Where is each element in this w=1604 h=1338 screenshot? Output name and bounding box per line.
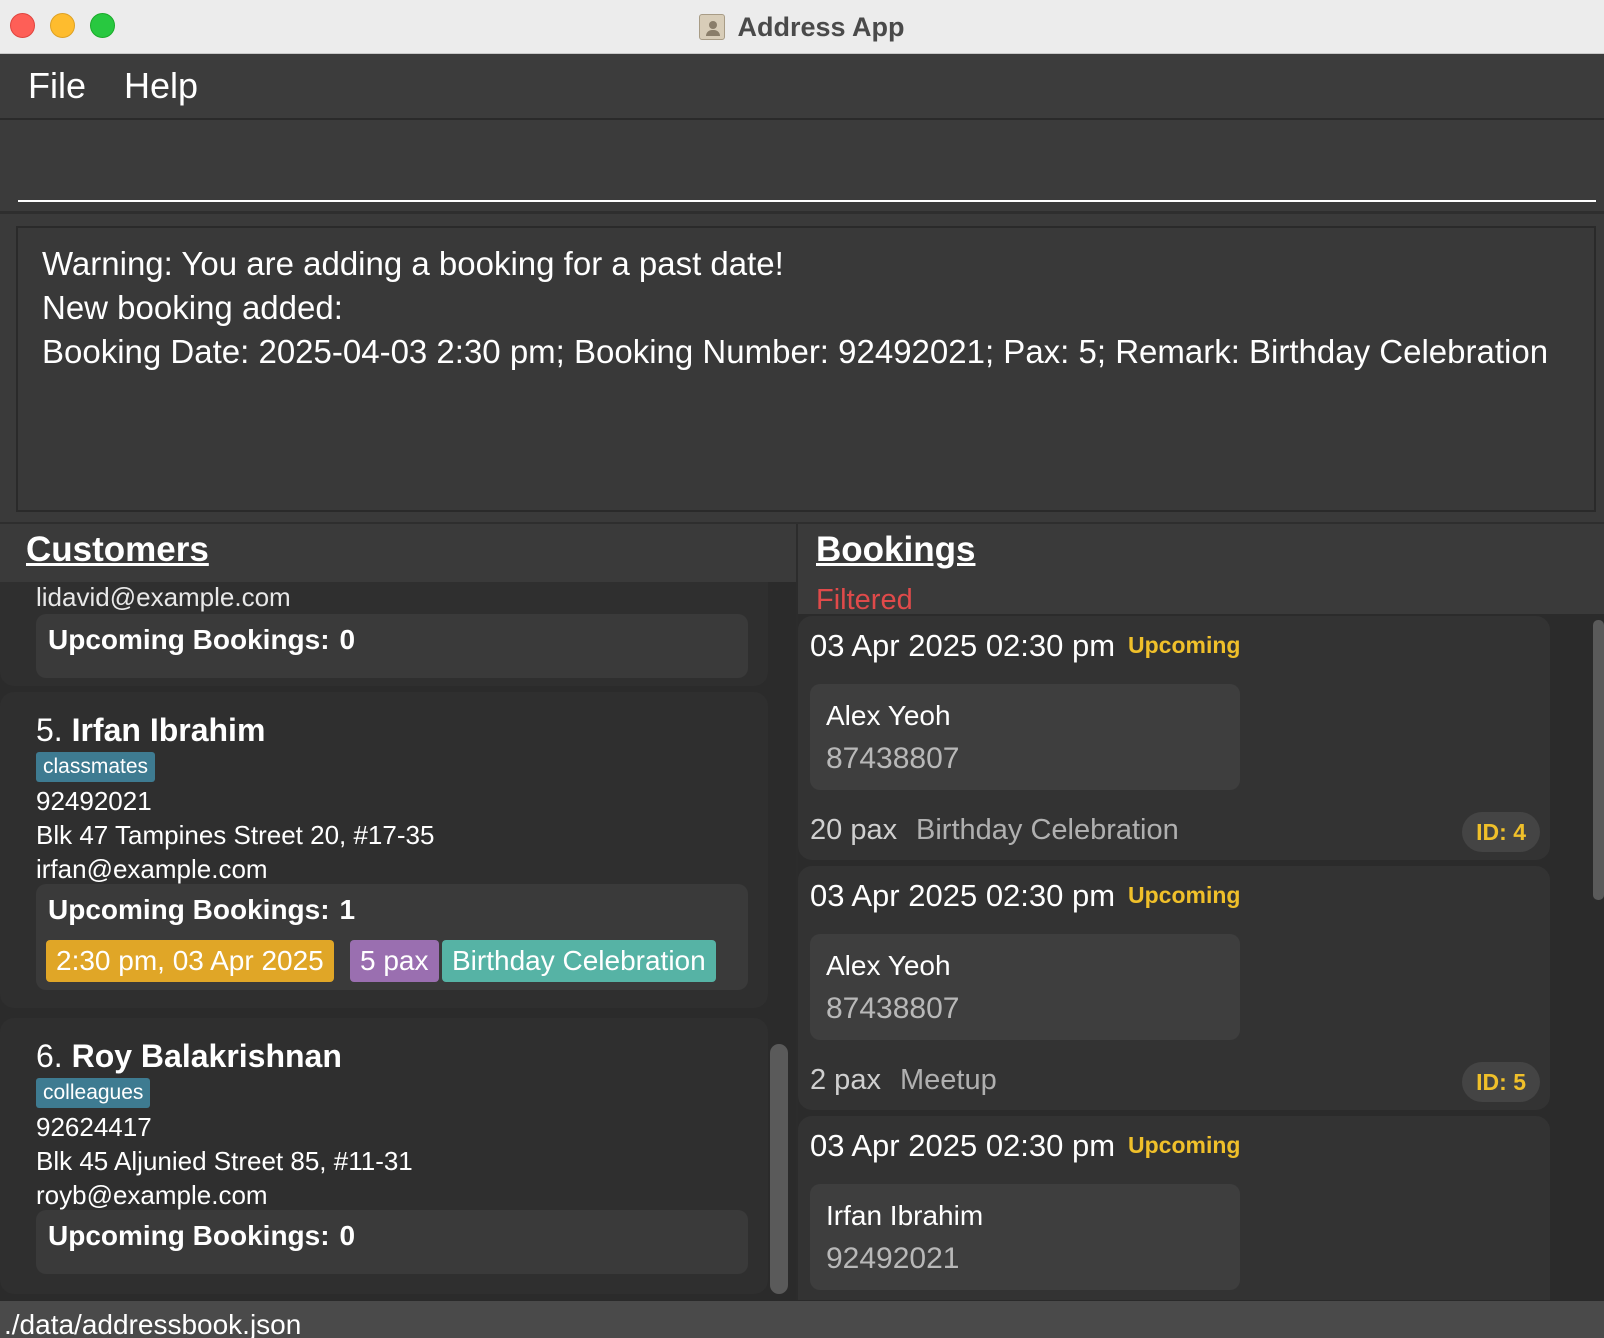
booking-customer-name: Irfan Ibrahim <box>826 1200 984 1231</box>
customer-name-line: 5. Irfan Ibrahim <box>36 712 265 749</box>
booking-status: Upcoming <box>1128 882 1241 908</box>
booking-status: Upcoming <box>1128 1132 1241 1158</box>
upcoming-bookings-count: 1 <box>339 894 356 925</box>
booking-remark-chip: Birthday Celebration <box>442 940 716 982</box>
upcoming-bookings-count: 0 <box>339 624 356 655</box>
customer-list[interactable]: lidavid@example.com Upcoming Bookings: 0 … <box>0 582 796 1300</box>
customer-email: lidavid@example.com <box>36 582 291 612</box>
customer-address: Blk 45 Aljunied Street 85, #11-31 <box>36 1146 413 1176</box>
customer-phone: 92492021 <box>36 786 152 816</box>
window-title-group: Address App <box>0 0 1604 54</box>
booking-pax-chip: 5 pax <box>350 940 439 982</box>
bookings-title: Bookings <box>816 530 976 569</box>
result-display-area: Warning: You are adding a booking for a … <box>0 214 1604 524</box>
status-bar: ./data/addressbook.json <box>0 1300 1604 1338</box>
upcoming-bookings-text: Upcoming Bookings: <box>48 894 330 925</box>
booking-customer-phone: 87438807 <box>826 992 960 1025</box>
window-title: Address App <box>737 11 905 42</box>
booking-id-badge: ID: 4 <box>1462 812 1540 852</box>
booking-status: Upcoming <box>1128 632 1241 658</box>
result-details: Booking Date: 2025-04-03 2:30 pm; Bookin… <box>42 333 1549 370</box>
customer-phone: 92624417 <box>36 1112 152 1142</box>
upcoming-bookings-box: Upcoming Bookings: 0 <box>36 614 748 678</box>
booking-date: 03 Apr 2025 02:30 pm <box>810 878 1116 913</box>
customer-name-line: 6. Roy Balakrishnan <box>36 1038 342 1075</box>
customer-email: royb@example.com <box>36 1180 268 1210</box>
booking-pax: 2 pax <box>810 1064 881 1096</box>
upcoming-bookings-label: Upcoming Bookings: 1 <box>48 894 355 926</box>
upcoming-bookings-text: Upcoming Bookings: <box>48 624 330 655</box>
upcoming-bookings-box: Upcoming Bookings: 1 2:30 pm, 03 Apr 2025… <box>36 884 748 990</box>
upcoming-bookings-count: 0 <box>339 1220 356 1251</box>
customer-index: 6. <box>36 1038 63 1074</box>
booking-card[interactable]: 03 Apr 2025 02:30 pm Upcoming Irfan Ibra… <box>798 1116 1550 1300</box>
booking-remark: Birthday Celebration <box>916 814 1179 846</box>
customer-list-scrollbar[interactable] <box>770 1044 788 1294</box>
customer-name: Roy Balakrishnan <box>71 1038 342 1074</box>
booking-customer-phone: 87438807 <box>826 742 960 775</box>
upcoming-bookings-text: Upcoming Bookings: <box>48 1220 330 1251</box>
booking-id-badge: ID: 5 <box>1462 1062 1540 1102</box>
customer-card[interactable]: lidavid@example.com Upcoming Bookings: 0 <box>0 582 768 686</box>
menu-help[interactable]: Help <box>124 65 198 107</box>
booking-list[interactable]: 03 Apr 2025 02:30 pm Upcoming Alex Yeoh … <box>798 614 1604 1300</box>
booking-customer-box: Alex Yeoh 87438807 <box>810 934 1240 1040</box>
booking-customer-name: Alex Yeoh <box>826 700 951 731</box>
title-bar: Address App <box>0 0 1604 54</box>
upcoming-bookings-label: Upcoming Bookings: 0 <box>48 624 355 656</box>
customers-pane: Customers lidavid@example.com Upcoming B… <box>0 524 796 1300</box>
bookings-pane: Bookings Filtered 03 Apr 2025 02:30 pm U… <box>798 524 1604 1300</box>
customer-index: 5. <box>36 712 63 748</box>
customer-card[interactable]: 5. Irfan Ibrahim classmates 92492021 Blk… <box>0 692 768 1008</box>
result-display[interactable]: Warning: You are adding a booking for a … <box>16 226 1596 512</box>
customers-title: Customers <box>26 530 209 569</box>
filtered-label: Filtered <box>816 584 913 616</box>
booking-customer-phone: 92492021 <box>826 1242 960 1275</box>
booking-pax: 20 pax <box>810 814 898 846</box>
booking-remark: Meetup <box>900 1064 997 1096</box>
menu-bar: File Help <box>0 54 1604 120</box>
customer-address: Blk 47 Tampines Street 20, #17-35 <box>36 820 435 850</box>
address-book-icon <box>699 14 726 40</box>
customer-tag: colleagues <box>36 1078 151 1108</box>
booking-time-chip: 2:30 pm, 03 Apr 2025 <box>46 940 334 982</box>
booking-list-scrollbar[interactable] <box>1593 620 1604 900</box>
result-warning: Warning: You are adding a booking for a … <box>42 245 784 282</box>
booking-card[interactable]: 03 Apr 2025 02:30 pm Upcoming Alex Yeoh … <box>798 866 1550 1110</box>
command-box <box>0 120 1604 214</box>
booking-date: 03 Apr 2025 02:30 pm <box>810 1128 1116 1163</box>
customer-card[interactable]: 6. Roy Balakrishnan colleagues 92624417 … <box>0 1018 768 1294</box>
upcoming-bookings-label: Upcoming Bookings: 0 <box>48 1220 355 1252</box>
customer-email: irfan@example.com <box>36 854 268 884</box>
customer-tag: classmates <box>36 752 156 782</box>
data-file-path: ./data/addressbook.json <box>4 1309 302 1338</box>
command-input[interactable] <box>18 140 1596 202</box>
booking-customer-box: Irfan Ibrahim 92492021 <box>810 1184 1240 1290</box>
booking-card[interactable]: 03 Apr 2025 02:30 pm Upcoming Alex Yeoh … <box>798 616 1550 860</box>
customer-name: Irfan Ibrahim <box>71 712 266 748</box>
booking-customer-box: Alex Yeoh 87438807 <box>810 684 1240 790</box>
result-message: New booking added: <box>42 289 343 326</box>
menu-file[interactable]: File <box>28 65 86 107</box>
booking-date: 03 Apr 2025 02:30 pm <box>810 628 1116 663</box>
booking-customer-name: Alex Yeoh <box>826 950 951 981</box>
upcoming-bookings-box: Upcoming Bookings: 0 <box>36 1210 748 1274</box>
